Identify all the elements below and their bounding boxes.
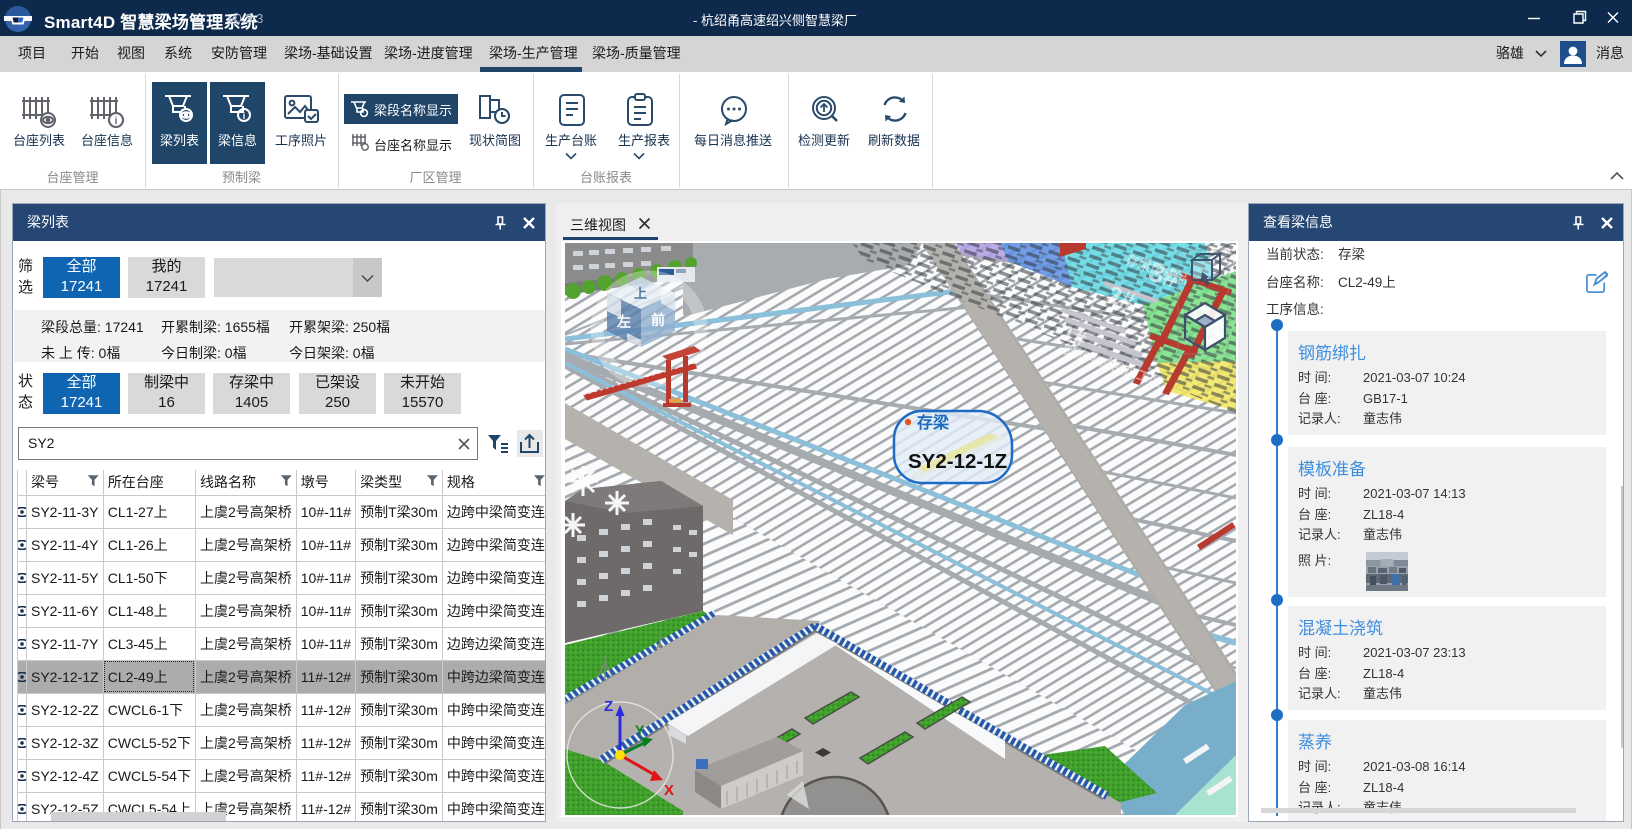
svg-text:上: 上 bbox=[634, 286, 647, 301]
svg-text:前: 前 bbox=[651, 312, 665, 328]
svg-text:i: i bbox=[243, 111, 246, 121]
svg-text:存梁: 存梁 bbox=[917, 413, 950, 432]
svg-text:Y: Y bbox=[635, 722, 645, 738]
svg-text:i: i bbox=[115, 116, 118, 127]
svg-text:X: X bbox=[664, 782, 674, 799]
svg-text:SY2-12-1Z: SY2-12-1Z bbox=[908, 450, 1007, 473]
svg-text:左: 左 bbox=[616, 314, 631, 330]
svg-text:Z: Z bbox=[604, 698, 613, 715]
